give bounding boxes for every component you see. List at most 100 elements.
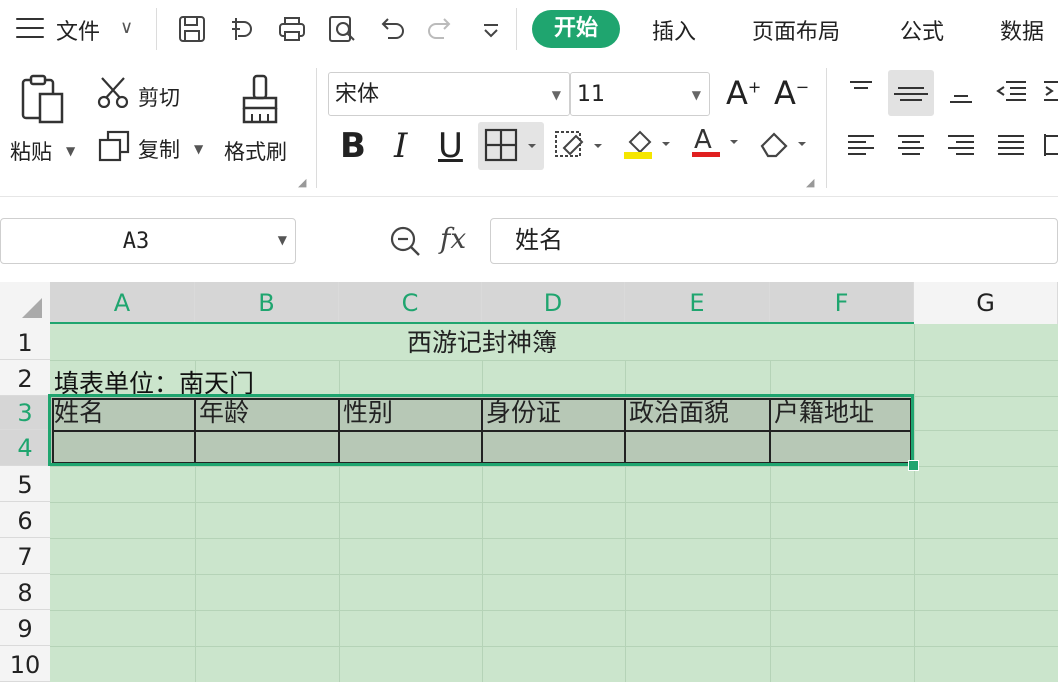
- paste-button[interactable]: 粘贴: [10, 136, 52, 166]
- chevron-down-icon: ▼: [551, 88, 561, 102]
- copy-dropdown-icon[interactable]: ▼: [194, 142, 203, 156]
- column-header-f[interactable]: F: [770, 282, 914, 324]
- customize-toolbar-icon[interactable]: [478, 14, 504, 44]
- menu-hamburger-icon[interactable]: [16, 18, 44, 38]
- insert-function-button[interactable]: fx: [440, 222, 466, 255]
- cut-button[interactable]: 剪切: [138, 82, 180, 112]
- row-header-10[interactable]: 10: [0, 646, 50, 682]
- select-all-button[interactable]: [0, 282, 50, 324]
- clipboard-dialog-launcher[interactable]: ◢: [298, 176, 306, 189]
- row-header-9[interactable]: 9: [0, 610, 50, 646]
- column-header-d[interactable]: D: [482, 282, 625, 324]
- chevron-down-icon[interactable]: ▼: [278, 233, 287, 247]
- row-header-4[interactable]: 4: [0, 430, 50, 466]
- column-header-c[interactable]: C: [339, 282, 482, 324]
- align-right-icon[interactable]: [946, 130, 976, 160]
- print-preview-icon[interactable]: [326, 14, 358, 44]
- paste-icon[interactable]: [20, 74, 66, 124]
- cell-style-icon[interactable]: [552, 128, 608, 164]
- gridline: [914, 324, 915, 682]
- font-name-select[interactable]: 宋体 ▼: [328, 72, 570, 116]
- print-icon[interactable]: [276, 14, 308, 44]
- align-left-icon[interactable]: [846, 130, 876, 160]
- gridline: [339, 324, 340, 682]
- italic-button[interactable]: I: [394, 126, 407, 166]
- divider: [826, 68, 827, 188]
- paste-dropdown-icon[interactable]: ▼: [66, 144, 75, 158]
- gridline: [50, 646, 1058, 647]
- divider: [516, 8, 517, 50]
- tab-insert[interactable]: 插入: [652, 14, 696, 46]
- align-top-icon[interactable]: [846, 76, 876, 106]
- formula-input[interactable]: 姓名: [490, 218, 1058, 264]
- tab-data[interactable]: 数据: [1000, 14, 1044, 46]
- divider: [316, 68, 317, 188]
- copy-icon[interactable]: [98, 130, 130, 162]
- gridline: [482, 324, 483, 682]
- justify-icon[interactable]: [996, 130, 1026, 160]
- chevron-down-icon[interactable]: ∨: [120, 17, 133, 38]
- grow-font-button[interactable]: A+: [726, 74, 761, 112]
- undo-icon[interactable]: [376, 14, 408, 44]
- scissors-icon[interactable]: [96, 76, 130, 109]
- format-painter-icon[interactable]: [240, 74, 280, 124]
- name-box[interactable]: A3 ▼: [0, 218, 296, 264]
- spreadsheet: A B C D E F G 1 2 3 4 5 6 7 8 9 10 西游记封神…: [0, 282, 1058, 682]
- distributed-align-icon[interactable]: [1042, 130, 1058, 160]
- zoom-formula-icon[interactable]: [388, 224, 422, 258]
- row-header-2[interactable]: 2: [0, 360, 50, 396]
- tab-home[interactable]: 开始: [532, 10, 620, 48]
- column-header-e[interactable]: E: [625, 282, 770, 324]
- grow-font-label: A: [726, 74, 748, 112]
- column-header-g[interactable]: G: [914, 282, 1058, 324]
- tab-page-layout[interactable]: 页面布局: [752, 14, 840, 46]
- name-box-value: A3: [122, 229, 150, 254]
- underline-button[interactable]: U: [438, 126, 463, 166]
- row-header-6[interactable]: 6: [0, 502, 50, 538]
- gridline: [50, 360, 1058, 361]
- gridline: [50, 502, 1058, 503]
- bold-button[interactable]: B: [340, 126, 366, 166]
- row-header-1[interactable]: 1: [0, 324, 50, 360]
- align-middle-icon[interactable]: [888, 70, 934, 116]
- ribbon: 粘贴 ▼ 剪切 复制 ▼ 格式刷 ◢ 宋体 ▼ 11 ▼ A+ A− B I U…: [0, 58, 1058, 197]
- align-center-icon[interactable]: [896, 130, 926, 160]
- menu-bar: 文件 ∨ 开始 插入 页面布局 公式 数据: [0, 0, 1058, 58]
- selection-border: [48, 394, 914, 466]
- borders-button[interactable]: [478, 122, 544, 170]
- column-header-a[interactable]: A: [50, 282, 195, 324]
- chevron-down-icon: ▼: [691, 88, 701, 102]
- tab-formulas[interactable]: 公式: [900, 14, 944, 46]
- gridline: [50, 466, 1058, 467]
- gridline: [50, 538, 1058, 539]
- sheet-title-cell[interactable]: 西游记封神簿: [50, 324, 914, 360]
- shrink-font-button[interactable]: A−: [774, 74, 809, 112]
- redo-icon[interactable]: [424, 14, 456, 44]
- shrink-font-label: A: [774, 74, 796, 112]
- row-header-3[interactable]: 3: [0, 396, 50, 430]
- gridline: [50, 610, 1058, 611]
- font-color-icon[interactable]: A: [688, 122, 744, 164]
- eraser-icon[interactable]: [756, 124, 812, 164]
- fill-handle[interactable]: [908, 460, 919, 471]
- row-header-8[interactable]: 8: [0, 574, 50, 610]
- row-header-7[interactable]: 7: [0, 538, 50, 574]
- align-bottom-icon[interactable]: [946, 76, 976, 106]
- divider: [156, 8, 157, 50]
- copy-button[interactable]: 复制: [138, 134, 180, 164]
- column-header-b[interactable]: B: [195, 282, 339, 324]
- save-icon[interactable]: [176, 14, 208, 44]
- font-size-select[interactable]: 11 ▼: [570, 72, 710, 116]
- file-menu[interactable]: 文件: [56, 14, 100, 46]
- gridline: [770, 324, 771, 682]
- fill-color-icon[interactable]: [620, 124, 676, 164]
- svg-text:A: A: [694, 125, 712, 155]
- export-icon[interactable]: [226, 14, 258, 44]
- font-name-value: 宋体: [335, 82, 380, 107]
- font-dialog-launcher[interactable]: ◢: [806, 176, 814, 189]
- decrease-indent-icon[interactable]: [994, 76, 1030, 106]
- increase-indent-icon[interactable]: [1042, 76, 1058, 106]
- format-painter-button[interactable]: 格式刷: [224, 136, 287, 166]
- cell-grid[interactable]: 西游记封神簿 填表单位：南天门 姓名 年龄 性别 身份证 政治面貌 户籍地址: [48, 324, 1058, 682]
- row-header-5[interactable]: 5: [0, 466, 50, 502]
